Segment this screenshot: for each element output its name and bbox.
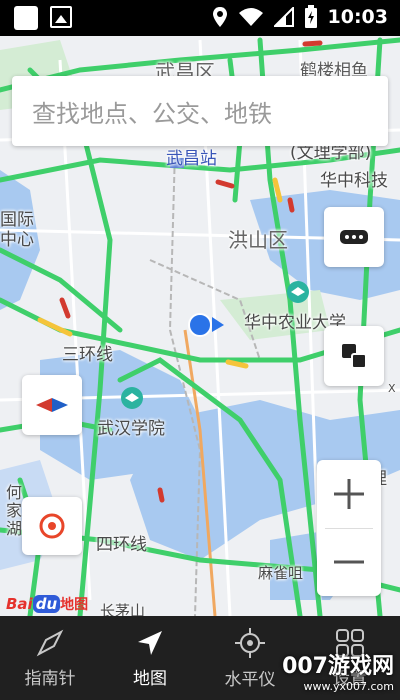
level-crosshair-icon — [235, 627, 265, 658]
more-options-button[interactable] — [324, 207, 384, 267]
zoom-control — [317, 460, 381, 596]
map-label: 麻雀咀 — [258, 564, 304, 582]
plus-icon — [334, 479, 364, 509]
tab-map[interactable]: 地图 — [100, 616, 200, 700]
map-label: 洪山区 — [228, 228, 288, 252]
navigation-arrow-icon — [138, 630, 162, 655]
map-label: 何 家 湖 — [6, 483, 23, 538]
map-label: 华中科技 — [320, 171, 388, 191]
zoom-in-button[interactable] — [317, 460, 381, 528]
tab-label: 指南针 — [24, 668, 76, 689]
battery-charging-icon — [304, 5, 317, 28]
map-label: 武昌站 — [166, 149, 217, 169]
status-bar: 10:03 — [0, 0, 400, 36]
compass-mode-button[interactable] — [22, 375, 82, 435]
map-label: X — [388, 382, 396, 395]
compass-needle-icon — [36, 398, 68, 412]
search-input[interactable]: 查找地点、公交、地铁 — [12, 76, 388, 146]
compass-icon — [36, 629, 64, 656]
minus-icon — [334, 560, 364, 564]
map-label: 四环线 — [96, 535, 147, 555]
layers-icon — [342, 344, 367, 369]
current-location-icon — [188, 313, 212, 337]
ellipsis-icon — [340, 230, 368, 244]
tab-compass[interactable]: 指南针 — [0, 616, 100, 700]
zoom-out-button[interactable] — [317, 528, 381, 596]
tab-label: 水平仪 — [224, 669, 276, 690]
target-icon — [39, 513, 65, 539]
status-time: 10:03 — [327, 6, 388, 28]
baidu-map-logo: Bai du 地图 — [6, 595, 89, 613]
wifi-icon — [238, 8, 263, 26]
image-notification-icon — [50, 6, 72, 28]
map-label: 武汉学院 — [97, 419, 165, 439]
location-pin-icon — [212, 7, 227, 27]
watermark: 007游戏网 www.yx007.com — [282, 654, 394, 693]
map-label: 国际 中心 — [0, 210, 34, 250]
signal-icon — [273, 7, 294, 27]
tab-label: 地图 — [133, 668, 167, 689]
layers-button[interactable] — [324, 326, 384, 386]
divider — [325, 528, 373, 529]
notification-square-icon — [14, 6, 38, 30]
map-label: 三环线 — [62, 345, 113, 365]
locate-button[interactable] — [22, 497, 82, 555]
